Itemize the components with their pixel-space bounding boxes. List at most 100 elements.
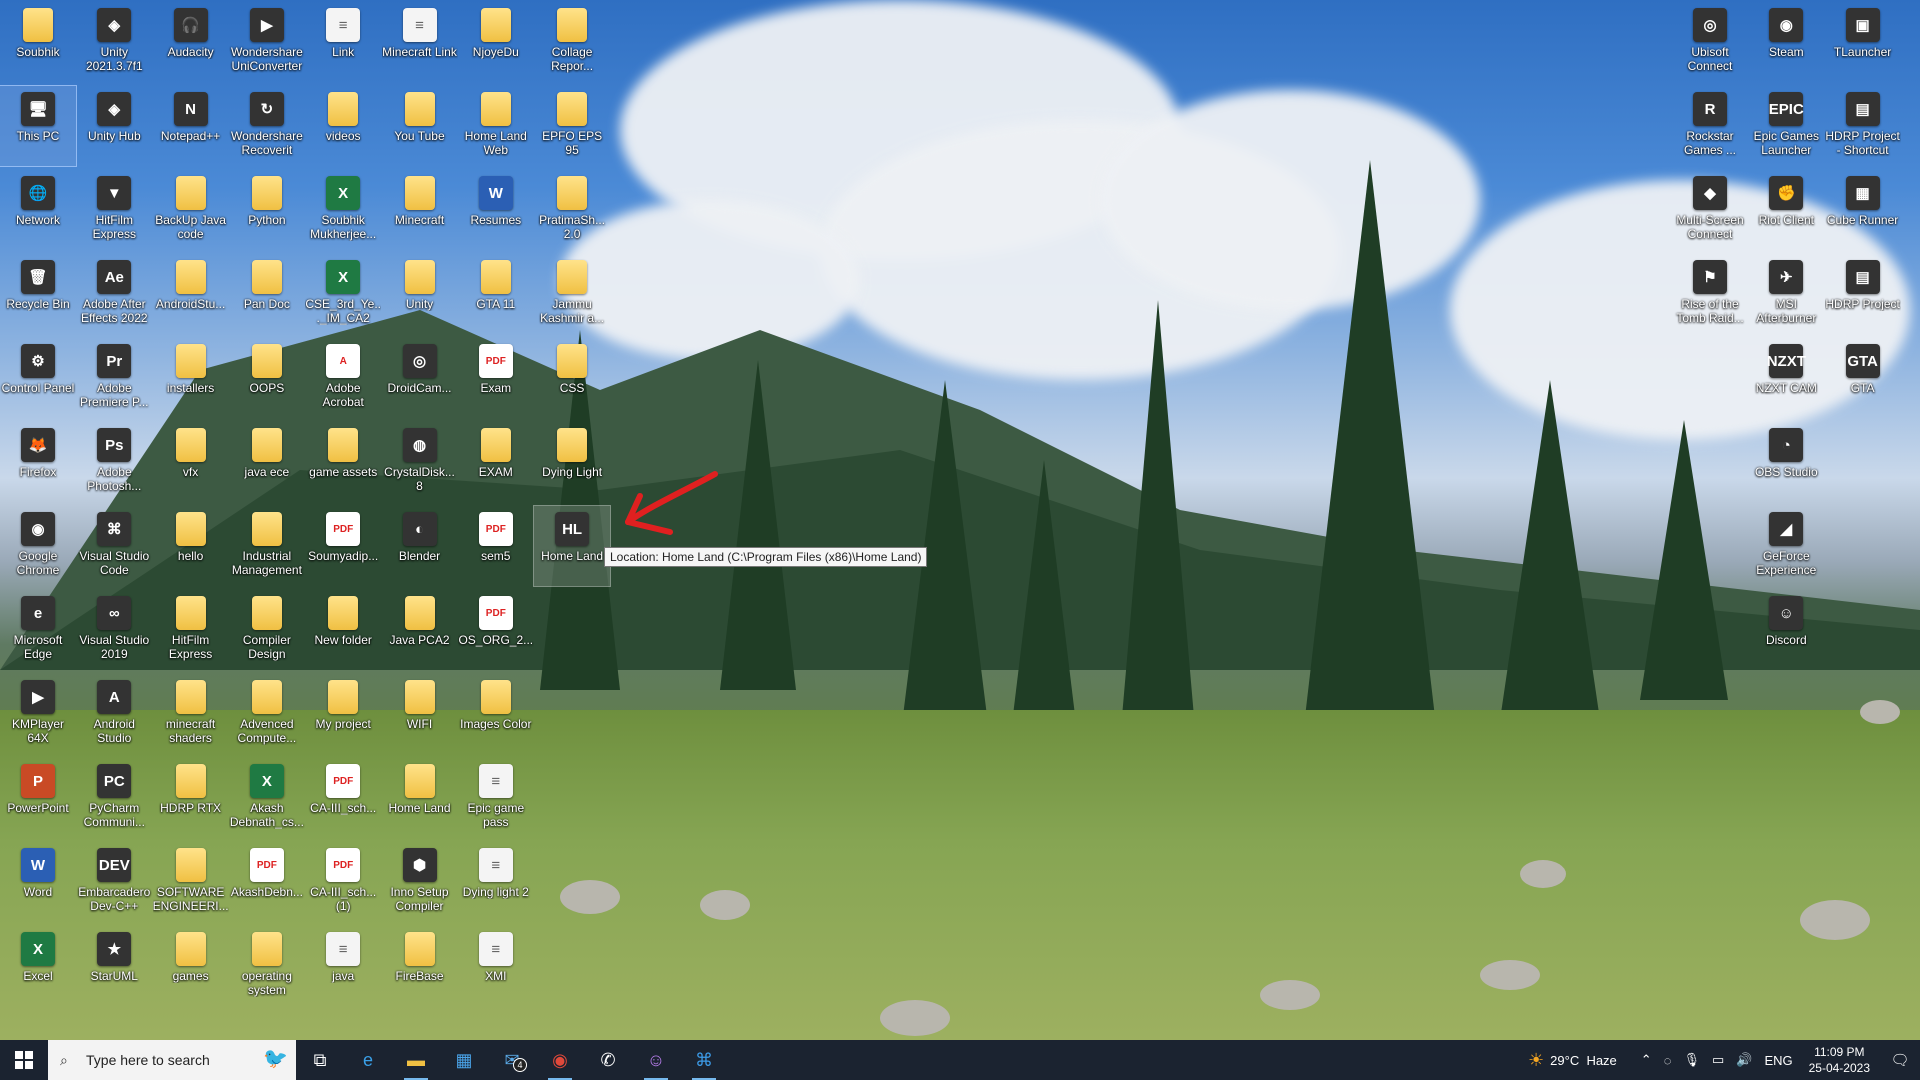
desktop-icon-soubhik-mukherjee[interactable]: X Soubhik Mukherjee...	[305, 170, 381, 250]
desktop-icon-akashdebn[interactable]: PDF AkashDebn...	[229, 842, 305, 922]
desktop-icon-multi-screen-connect[interactable]: ◆ Multi-Screen Connect	[1672, 170, 1748, 250]
desktop-icon-sem5[interactable]: PDF sem5	[458, 506, 534, 586]
desktop-icon-pratimash-2-0[interactable]: PratimaSh... 2.0	[534, 170, 610, 250]
desktop-icon-ubisoft-connect[interactable]: ◎ Ubisoft Connect	[1672, 2, 1748, 82]
desktop-icon-embarcadero-dev-c[interactable]: DEV Embarcadero Dev-C++	[76, 842, 152, 922]
desktop-icon-unity-hub[interactable]: ◈ Unity Hub	[76, 86, 152, 166]
desktop-icon-compiler-design[interactable]: Compiler Design	[229, 590, 305, 670]
desktop-icon-audacity[interactable]: 🎧 Audacity	[153, 2, 229, 82]
desktop-icon-xmi[interactable]: ≡ XMI	[458, 926, 534, 1006]
taskbar-discord-button[interactable]: ☺	[632, 1040, 680, 1080]
weather-widget[interactable]: ☀ 29°C Haze	[1528, 1050, 1617, 1071]
desktop-icon-word[interactable]: W Word	[0, 842, 76, 922]
desktop-icon-images-color[interactable]: Images Color	[458, 674, 534, 754]
desktop-icon-akash-debnath-cs[interactable]: X Akash Debnath_cs...	[229, 758, 305, 838]
desktop-icon-installers[interactable]: installers	[153, 338, 229, 418]
desktop-icon-dying-light-2[interactable]: ≡ Dying light 2	[458, 842, 534, 922]
desktop-icon-exam[interactable]: PDF Exam	[458, 338, 534, 418]
desktop-icon-software-engineeri[interactable]: SOFTWARE ENGINEERI...	[153, 842, 229, 922]
desktop-icon-minecraft-shaders[interactable]: minecraft shaders	[153, 674, 229, 754]
desktop-icon-visual-studio-code[interactable]: ⌘ Visual Studio Code	[76, 506, 152, 586]
desktop-icon-control-panel[interactable]: ⚙ Control Panel	[0, 338, 76, 418]
taskbar-chrome-button[interactable]: ◉	[536, 1040, 584, 1080]
desktop-icon-powerpoint[interactable]: P PowerPoint	[0, 758, 76, 838]
desktop-icon-adobe-acrobat[interactable]: A Adobe Acrobat	[305, 338, 381, 418]
desktop-icon-unity-2021-3-7f1[interactable]: ◈ Unity 2021.3.7f1	[76, 2, 152, 82]
desktop-icon-geforce-experience[interactable]: ◢ GeForce Experience	[1748, 506, 1824, 586]
desktop-icon-ca-iii-sch-1[interactable]: PDF CA-III_sch... (1)	[305, 842, 381, 922]
desktop-icon-obs-studio[interactable]: ◔ OBS Studio	[1748, 422, 1824, 502]
desktop-icon-os-org-2[interactable]: PDF OS_ORG_2...	[458, 590, 534, 670]
taskbar-file-explorer-button[interactable]: ▬	[392, 1040, 440, 1080]
desktop-icon-exam[interactable]: EXAM	[458, 422, 534, 502]
desktop-icon-excel[interactable]: X Excel	[0, 926, 76, 1006]
desktop-icon-epic-games-launcher[interactable]: EPIC Epic Games Launcher	[1748, 86, 1824, 166]
network-icon[interactable]: ▭	[1712, 1052, 1724, 1068]
desktop-icon-androidstu[interactable]: AndroidStu...	[153, 254, 229, 334]
start-button[interactable]	[0, 1040, 48, 1080]
desktop-icon-jammu-kashmir-a[interactable]: Jammu Kashmir a...	[534, 254, 610, 334]
desktop-icon-wondershare-recoverit[interactable]: ↻ Wondershare Recoverit	[229, 86, 305, 166]
desktop-icon-hello[interactable]: hello	[153, 506, 229, 586]
chevron-up-icon[interactable]: ⌃	[1641, 1052, 1652, 1068]
language-indicator[interactable]: ENG	[1764, 1053, 1792, 1068]
desktop-icon-css[interactable]: CSS	[534, 338, 610, 418]
desktop-icon-unity[interactable]: Unity	[382, 254, 458, 334]
desktop-icon-pycharm-communi[interactable]: PC PyCharm Communi...	[76, 758, 152, 838]
desktop-icon-advenced-compute[interactable]: Advenced Compute...	[229, 674, 305, 754]
desktop-icon-android-studio[interactable]: A Android Studio	[76, 674, 152, 754]
desktop-icon-ca-iii-sch[interactable]: PDF CA-III_sch...	[305, 758, 381, 838]
desktop-icon-home-land[interactable]: HL Home Land	[533, 505, 612, 587]
desktop-icon-game-assets[interactable]: game assets	[305, 422, 381, 502]
desktop-icon-minecraft-link[interactable]: ≡ Minecraft Link	[382, 2, 458, 82]
desktop-icon-notepad[interactable]: N Notepad++	[153, 86, 229, 166]
desktop-icon-recycle-bin[interactable]: 🗑 Recycle Bin	[0, 254, 76, 334]
desktop-icon-crystaldisk-8[interactable]: ◍ CrystalDisk... 8	[382, 422, 458, 502]
desktop-icon-njoyedu[interactable]: NjoyeDu	[458, 2, 534, 82]
desktop-icon-nzxt-cam[interactable]: NZXT NZXT CAM	[1748, 338, 1824, 418]
desktop-icon-visual-studio-2019[interactable]: ∞ Visual Studio 2019	[76, 590, 152, 670]
desktop-icon-home-land[interactable]: Home Land	[382, 758, 458, 838]
desktop-icon-oops[interactable]: OOPS	[229, 338, 305, 418]
taskbar-mail-button[interactable]: ✉ 4	[488, 1040, 536, 1080]
webcam-icon[interactable]: ◌	[1664, 1053, 1672, 1068]
desktop-icon-hitfilm-express[interactable]: HitFilm Express	[153, 590, 229, 670]
desktop-icon-cube-runner[interactable]: ▦ Cube Runner	[1825, 170, 1901, 250]
task-view-button[interactable]: ⧉	[296, 1040, 344, 1080]
desktop-icon-steam[interactable]: ◉ Steam	[1748, 2, 1824, 82]
desktop-icon-videos[interactable]: videos	[305, 86, 381, 166]
desktop-icon-minecraft[interactable]: Minecraft	[382, 170, 458, 250]
desktop-icon-adobe-premiere-p[interactable]: Pr Adobe Premiere P...	[76, 338, 152, 418]
desktop-icon-firefox[interactable]: 🦊 Firefox	[0, 422, 76, 502]
desktop-icon-droidcam[interactable]: ◎ DroidCam...	[382, 338, 458, 418]
desktop-icon-firebase[interactable]: FireBase	[382, 926, 458, 1006]
desktop-icon-blender[interactable]: ◐ Blender	[382, 506, 458, 586]
desktop-icon-hdrp-project-shortcut[interactable]: ▤ HDRP Project - Shortcut	[1825, 86, 1901, 166]
desktop-icon-hitfilm-express[interactable]: ▼ HitFilm Express	[76, 170, 152, 250]
desktop-icon-home-land-web[interactable]: Home Land Web	[458, 86, 534, 166]
desktop-icon-backup-java-code[interactable]: BackUp Java code	[153, 170, 229, 250]
desktop-icon-adobe-photosh[interactable]: Ps Adobe Photosh...	[76, 422, 152, 502]
desktop-icon-discord[interactable]: ☺ Discord	[1748, 590, 1824, 670]
desktop-icon-my-project[interactable]: My project	[305, 674, 381, 754]
desktop-icon-epic-game-pass[interactable]: ≡ Epic game pass	[458, 758, 534, 838]
desktop-icon-adobe-after-effects-2022[interactable]: Ae Adobe After Effects 2022	[76, 254, 152, 334]
taskbar-whatsapp-button[interactable]: ✆	[584, 1040, 632, 1080]
taskbar-vscode-button[interactable]: ⌘	[680, 1040, 728, 1080]
desktop-icon-java-pca2[interactable]: Java PCA2	[382, 590, 458, 670]
desktop-icon-hdrp-rtx[interactable]: HDRP RTX	[153, 758, 229, 838]
desktop-icon-rise-of-the-tomb-raid[interactable]: ⚑ Rise of the Tomb Raid...	[1672, 254, 1748, 334]
desktop-icon-java-ece[interactable]: java ece	[229, 422, 305, 502]
desktop-icon-industrial-management[interactable]: Industrial Management	[229, 506, 305, 586]
desktop-icon-operating-system[interactable]: operating system	[229, 926, 305, 1006]
notification-center-button[interactable]: 🗨	[1880, 1051, 1920, 1069]
desktop-icon-pan-doc[interactable]: Pan Doc	[229, 254, 305, 334]
desktop-icon-python[interactable]: Python	[229, 170, 305, 250]
desktop-icon-epfo-eps-95[interactable]: EPFO EPS 95	[534, 86, 610, 166]
desktop-icon-collage-repor[interactable]: Collage Repor...	[534, 2, 610, 82]
desktop-icon-games[interactable]: games	[153, 926, 229, 1006]
desktop-icon-resumes[interactable]: W Resumes	[458, 170, 534, 250]
desktop-icon-soubhik[interactable]: Soubhik	[0, 2, 76, 82]
taskbar-store-button[interactable]: ▦	[440, 1040, 488, 1080]
microphone-icon[interactable]: 🎙	[1683, 1052, 1700, 1068]
